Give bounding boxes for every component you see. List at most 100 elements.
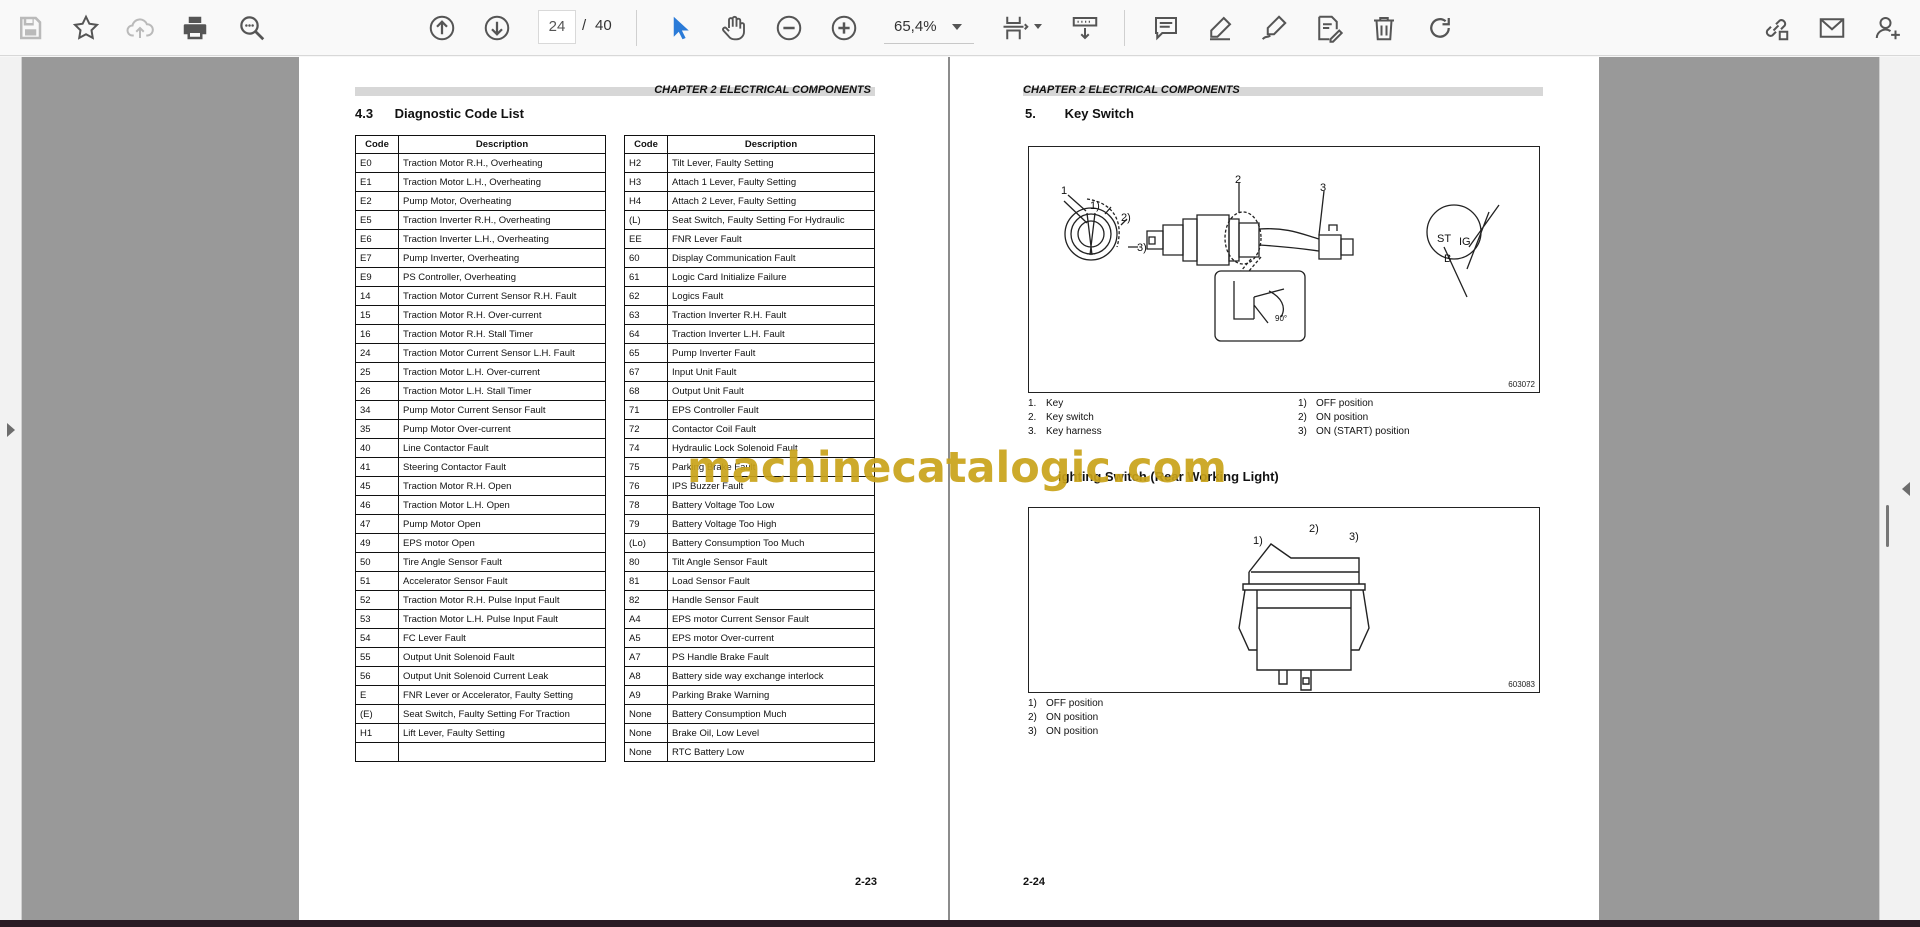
zoom-in-icon[interactable] xyxy=(824,8,864,48)
table-row: A4 EPS motor Current Sensor Fault xyxy=(624,609,875,629)
code-cell: E1 xyxy=(355,172,399,192)
left-side-panel[interactable] xyxy=(0,57,22,921)
description-cell: Logic Card Initialize Failure xyxy=(667,267,875,287)
watermark-text: machinecatalogic.com xyxy=(687,443,1227,493)
description-cell: Seat Switch, Faulty Setting For Traction xyxy=(398,704,606,724)
code-cell: H4 xyxy=(624,191,668,211)
description-cell: Traction Motor L.H. Pulse Input Fault xyxy=(398,609,606,629)
table-row: 55 Output Unit Solenoid Fault xyxy=(355,647,606,667)
edit-text-icon[interactable] xyxy=(1308,8,1348,48)
print-icon[interactable] xyxy=(175,8,215,48)
table-row: 53 Traction Motor L.H. Pulse Input Fault xyxy=(355,609,606,629)
description-cell: Accelerator Sensor Fault xyxy=(398,571,606,591)
code-cell: H2 xyxy=(624,153,668,173)
add-user-icon[interactable] xyxy=(1868,8,1908,48)
email-icon[interactable] xyxy=(1812,8,1852,48)
previous-page-icon[interactable] xyxy=(422,8,462,48)
page-layout-icon[interactable] xyxy=(996,8,1036,48)
chevron-down-icon[interactable] xyxy=(952,24,962,30)
code-cell: 72 xyxy=(624,419,668,439)
figure1-legend-positions: 1) OFF position 2) ON position 3) ON (START) … xyxy=(1298,397,1410,439)
legend-text: OFF position xyxy=(1316,398,1374,409)
hand-tool-icon[interactable] xyxy=(714,8,754,48)
legend-item: 2) ON position xyxy=(1298,411,1410,425)
description-cell: Pump Motor Open xyxy=(398,514,606,534)
zoom-search-icon[interactable] xyxy=(232,8,272,48)
code-cell: 61 xyxy=(624,267,668,287)
description-cell: Traction Motor L.H. Over-current xyxy=(398,362,606,382)
select-cursor-icon[interactable] xyxy=(660,8,700,48)
legend-text: Key xyxy=(1046,398,1064,409)
code-cell: None xyxy=(624,704,668,724)
legend-number: 3. xyxy=(1028,426,1037,437)
expand-right-panel-icon[interactable] xyxy=(1902,482,1910,496)
description-cell: FNR Lever Fault xyxy=(667,229,875,249)
next-page-icon[interactable] xyxy=(477,8,517,48)
code-cell: None xyxy=(624,723,668,743)
expand-left-panel-icon[interactable] xyxy=(7,423,15,437)
code-cell: 74 xyxy=(624,438,668,458)
code-cell: 25 xyxy=(355,362,399,382)
right-side-panel[interactable] xyxy=(1879,57,1920,921)
bottom-bar xyxy=(0,920,1920,927)
share-link-icon[interactable] xyxy=(1756,8,1796,48)
code-cell: 55 xyxy=(355,647,399,667)
code-cell: E9 xyxy=(355,267,399,287)
table-row: 52 Traction Motor R.H. Pulse Input Fault xyxy=(355,590,606,610)
code-cell: 81 xyxy=(624,571,668,591)
description-cell: EPS Controller Fault xyxy=(667,400,875,420)
legend-text: ON position xyxy=(1046,726,1099,737)
table-row: 47 Pump Motor Open xyxy=(355,514,606,534)
table-row: 78 Battery Voltage Too Low xyxy=(624,495,875,515)
callout-key-harness: 3 xyxy=(1320,182,1326,194)
table-row: 26 Traction Motor L.H. Stall Timer xyxy=(355,381,606,401)
legend-number: 3) xyxy=(1298,426,1307,437)
table-row: 72 Contactor Coil Fault xyxy=(624,419,875,439)
table-row: 15 Traction Motor R.H. Over-current xyxy=(355,305,606,325)
legend-text: ON position xyxy=(1046,712,1099,723)
code-cell: 63 xyxy=(624,305,668,325)
table-row: 54 FC Lever Fault xyxy=(355,628,606,648)
description-cell: Traction Inverter L.H. Fault xyxy=(667,324,875,344)
upload-cloud-icon[interactable] xyxy=(120,8,160,48)
diagnostic-code-table-1: Code Description E0 Traction Motor R.H., … xyxy=(355,135,606,762)
table-row: 16 Traction Motor R.H. Stall Timer xyxy=(355,324,606,344)
delete-trash-icon[interactable] xyxy=(1364,8,1404,48)
code-cell: 46 xyxy=(355,495,399,515)
code-cell: 35 xyxy=(355,419,399,439)
code-cell: 71 xyxy=(624,400,668,420)
chapter-header-bar: CHAPTER 2 ELECTRICAL COMPONENTS xyxy=(1023,84,1543,98)
table-row: 45 Traction Motor R.H. Open xyxy=(355,476,606,496)
legend-text: Key switch xyxy=(1046,412,1094,423)
page-number-input[interactable]: 24 xyxy=(538,10,576,44)
scroll-mode-icon[interactable] xyxy=(1065,8,1105,48)
dial-label-b: B xyxy=(1444,253,1451,265)
description-cell: Input Unit Fault xyxy=(667,362,875,382)
highlight-pen-icon[interactable] xyxy=(1200,8,1240,48)
description-cell: Traction Motor R.H. Over-current xyxy=(398,305,606,325)
table-row: (E) Seat Switch, Faulty Setting For Tract… xyxy=(355,704,606,724)
redo-rotate-icon[interactable] xyxy=(1420,8,1460,48)
code-cell xyxy=(355,742,399,762)
chapter-header: CHAPTER 2 ELECTRICAL COMPONENTS xyxy=(1023,84,1240,96)
zoom-out-icon[interactable] xyxy=(769,8,809,48)
draw-freehand-icon[interactable] xyxy=(1254,8,1294,48)
code-cell: E6 xyxy=(355,229,399,249)
description-cell: Traction Motor L.H., Overheating xyxy=(398,172,606,192)
code-cell: 26 xyxy=(355,381,399,401)
figure-number: 603072 xyxy=(1508,380,1535,389)
description-cell: Display Communication Fault xyxy=(667,248,875,268)
lighting-switch-figure: 1) 2) 3) 603083 xyxy=(1028,507,1540,693)
figure1-legend-parts: 1. Key 2. Key switch 3. Key harness xyxy=(1028,397,1102,439)
comment-icon[interactable] xyxy=(1146,8,1186,48)
description-cell: Parking Brake Warning xyxy=(667,685,875,705)
vertical-scrollbar[interactable] xyxy=(1886,505,1889,547)
column-header-description: Description xyxy=(398,135,606,154)
description-cell: Tilt Angle Sensor Fault xyxy=(667,552,875,572)
chevron-down-icon[interactable] xyxy=(1034,24,1042,29)
save-icon[interactable] xyxy=(10,8,50,48)
bookmark-star-icon[interactable] xyxy=(66,8,106,48)
code-cell: A9 xyxy=(624,685,668,705)
key-switch-figure: 1 1) 2) 3) 2 3 ST IG B 90° 603072 xyxy=(1028,146,1540,393)
description-cell: Steering Contactor Fault xyxy=(398,457,606,477)
